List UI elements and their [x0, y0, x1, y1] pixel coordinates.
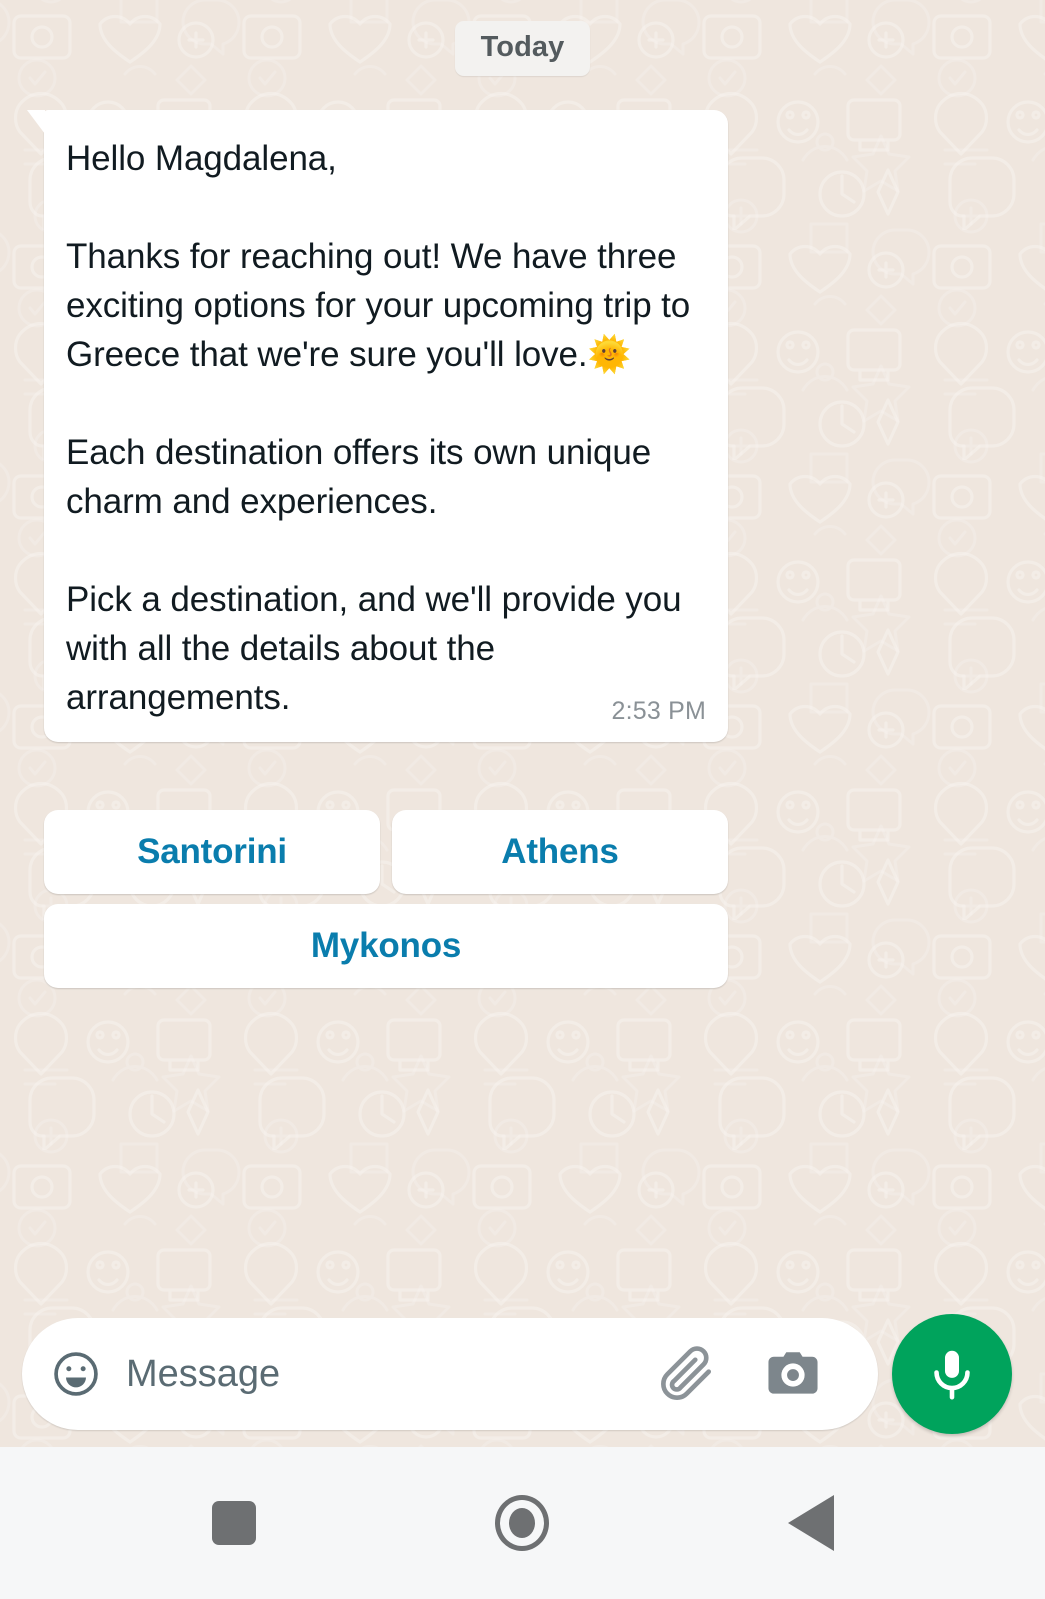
android-navigation-bar [0, 1447, 1045, 1599]
message-input[interactable] [126, 1352, 654, 1396]
smiley-icon[interactable] [50, 1348, 102, 1400]
quick-reply-mykonos[interactable]: Mykonos [44, 904, 728, 988]
composer-input-pill[interactable] [22, 1318, 878, 1430]
message-composer [0, 1300, 1045, 1447]
quick-reply-athens[interactable]: Athens [392, 810, 728, 894]
date-divider-row: Today [0, 21, 1045, 76]
date-divider-pill: Today [454, 21, 591, 76]
message-timestamp: 2:53 PM [611, 697, 706, 725]
quick-reply-row-1: Santorini Athens [44, 810, 728, 894]
quick-reply-row-2: Mykonos [44, 904, 728, 988]
square-icon[interactable] [179, 1468, 289, 1578]
quick-reply-group: Santorini Athens Mykonos [44, 810, 728, 998]
microphone-button[interactable] [892, 1314, 1012, 1434]
chat-message-list[interactable]: Today Hello Magdalena, Thanks for reachi… [0, 0, 1045, 1300]
whatsapp-chat-screen: Today Hello Magdalena, Thanks for reachi… [0, 0, 1045, 1599]
message-text: Hello Magdalena, Thanks for reaching out… [66, 139, 691, 717]
quick-reply-santorini[interactable]: Santorini [44, 810, 380, 894]
triangle-back-icon[interactable] [756, 1468, 866, 1578]
camera-icon[interactable] [760, 1341, 826, 1407]
incoming-message-bubble[interactable]: Hello Magdalena, Thanks for reaching out… [44, 110, 728, 742]
paperclip-icon[interactable] [654, 1341, 720, 1407]
circle-icon[interactable] [467, 1468, 577, 1578]
